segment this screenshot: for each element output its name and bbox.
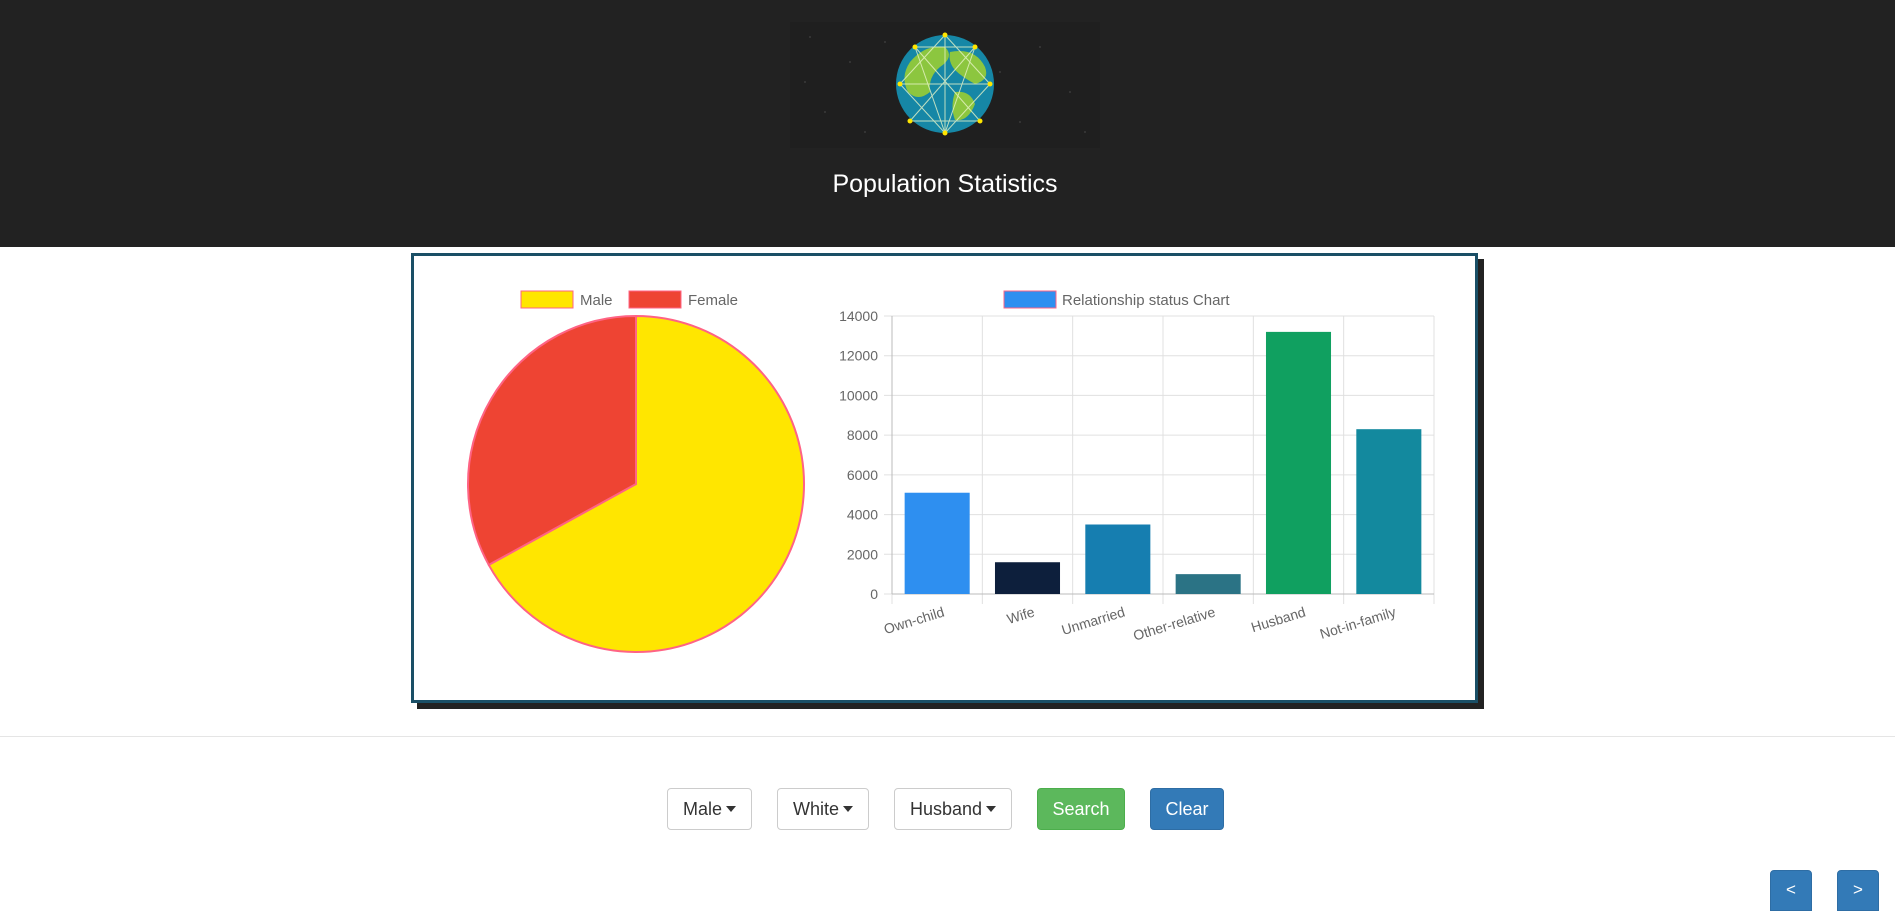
race-dropdown-label: White — [793, 799, 840, 819]
bar-wife — [994, 562, 1061, 594]
race-dropdown[interactable]: White — [777, 788, 870, 830]
clear-button[interactable]: Clear — [1150, 788, 1224, 830]
y-tick-label: 0 — [870, 586, 878, 602]
gender-pie-chart: Male Female — [459, 286, 829, 686]
bar-legend-swatch — [1003, 290, 1057, 309]
y-tick-label: 2000 — [847, 546, 878, 562]
x-tick-label: Other-relative — [1131, 604, 1217, 644]
caret-down-icon — [986, 806, 997, 812]
prev-page-button[interactable]: < — [1770, 870, 1812, 911]
section-divider — [0, 736, 1895, 737]
y-tick-label: 12000 — [839, 348, 878, 364]
bar-own-child — [904, 492, 970, 594]
bar-not-in-family — [1356, 429, 1422, 594]
caret-down-icon — [843, 806, 854, 812]
bar-husband — [1265, 331, 1332, 594]
y-tick-label: 6000 — [847, 467, 878, 483]
chart-panel: Male Female Relationship status Chart 0 200… — [411, 253, 1478, 703]
pie-legend-label: Female — [688, 292, 738, 309]
x-tick-label: Husband — [1249, 604, 1307, 636]
pie-legend-label: Male — [580, 292, 613, 309]
x-tick-label: Not-in-family — [1318, 604, 1398, 642]
search-button[interactable]: Search — [1037, 788, 1125, 830]
pie-legend-swatch — [628, 290, 682, 309]
y-tick-label: 10000 — [839, 387, 878, 403]
y-tick-label: 14000 — [839, 308, 878, 324]
y-tick-label: 4000 — [847, 507, 878, 523]
x-tick-label: Wife — [1005, 604, 1037, 628]
relationship-bar-chart: Relationship status Chart 0 2000 4000 6000 80… — [824, 286, 1449, 666]
bar-unmarried — [1085, 524, 1151, 594]
relationship-dropdown-label: Husband — [910, 799, 983, 819]
sex-dropdown[interactable]: Male — [667, 788, 753, 830]
globe-network-icon — [790, 22, 1100, 148]
pie-chart-svg: Male Female — [467, 290, 805, 653]
x-tick-label: Unmarried — [1060, 604, 1127, 638]
bar-legend-label: Relationship status Chart — [1062, 292, 1230, 309]
sex-dropdown-label: Male — [683, 799, 723, 819]
y-tick-label: 8000 — [847, 427, 878, 443]
caret-down-icon — [726, 806, 737, 812]
pie-legend-swatch — [520, 290, 574, 309]
bar-chart-svg: Relationship status Chart 0 2000 4000 6000 80… — [839, 290, 1435, 644]
page-header: Population Statistics — [0, 0, 1895, 247]
x-tick-label: Own-child — [882, 604, 946, 638]
page-title: Population Statistics — [832, 170, 1058, 198]
bar-other-relative — [1175, 574, 1241, 594]
relationship-dropdown[interactable]: Husband — [894, 788, 1013, 830]
next-page-button[interactable]: > — [1837, 870, 1879, 911]
